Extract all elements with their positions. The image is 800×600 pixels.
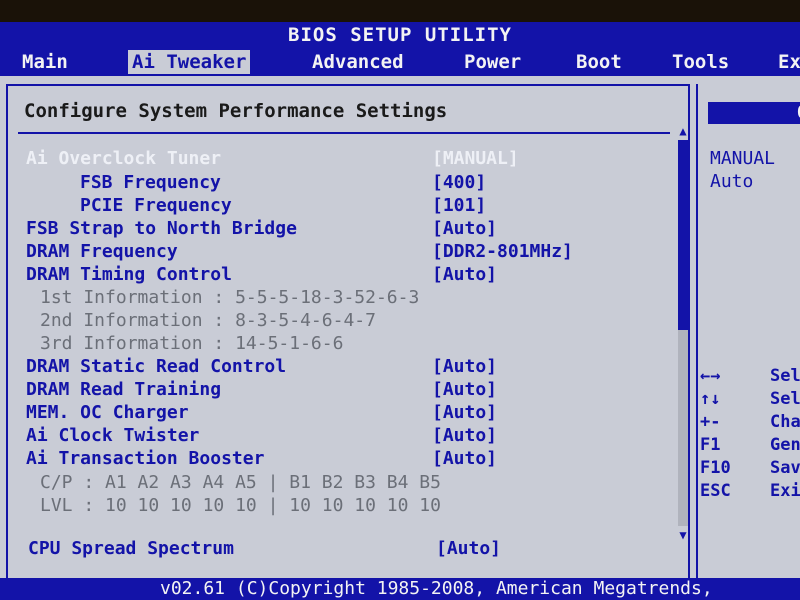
bios-screen: BIOS SETUP UTILITY Main Ai Tweaker Advan… [0,22,800,600]
tab-main[interactable]: Main [22,50,68,74]
key-desc: Sav [770,458,800,478]
key-desc: Sel [770,366,800,386]
info-label: 2nd Information : [40,310,225,331]
scroll-track[interactable] [678,330,688,526]
setting-row-mem-oc-charger[interactable]: MEM. OC Charger [Auto] [26,402,686,424]
scroll-down-arrow-icon[interactable]: ▼ [676,528,690,542]
setting-row-dram-static-read[interactable]: DRAM Static Read Control [Auto] [26,356,686,378]
key-plus-minus: +- [700,412,721,432]
setting-row-ai-overclock-tuner[interactable]: Ai Overclock Tuner [MANUAL] [26,148,686,170]
timing-info-2: 2nd Information : 8-3-5-4-6-4-7 [40,310,376,331]
key-desc: Exi [770,481,800,501]
panel-title: Configure System Performance Settings [24,100,448,122]
title-divider [18,132,670,134]
setting-value[interactable]: [Auto] [432,379,497,400]
info-value: 14-5-1-6-6 [235,333,344,354]
help-header: O [708,102,800,124]
setting-row-pcie-frequency[interactable]: PCIE Frequency [101] [80,195,740,217]
tab-advanced[interactable]: Advanced [312,50,404,74]
info-label: 1st Information : [40,287,225,308]
setting-value[interactable]: [DDR2-801MHz] [432,241,573,262]
scrollbar[interactable]: ▲ ▼ [676,124,690,544]
left-right-arrows-icon: ←→ [700,366,721,386]
setting-value[interactable]: [Auto] [432,264,497,285]
setting-value[interactable]: [Auto] [432,356,497,377]
lvl-label: LVL : [40,495,95,516]
setting-label: PCIE Frequency [80,195,232,216]
setting-value[interactable]: [Auto] [432,402,497,423]
scroll-thumb[interactable] [678,140,688,330]
tab-power[interactable]: Power [464,50,521,74]
setting-value[interactable]: [Auto] [432,218,497,239]
tab-tools[interactable]: Tools [672,50,729,74]
tab-ai-tweaker[interactable]: Ai Tweaker [128,50,251,74]
timing-info-3: 3rd Information : 14-5-1-6-6 [40,333,343,354]
option-manual: MANUAL [710,148,776,169]
setting-row-dram-timing-control[interactable]: DRAM Timing Control [Auto] [26,264,686,286]
setting-label: DRAM Timing Control [26,264,232,285]
booster-cp-row: C/P : A1 A2 A3 A4 A5 | B1 B2 B3 B4 B5 [40,472,441,493]
tab-exit[interactable]: Ex [778,50,800,74]
option-auto: Auto [710,171,754,192]
lvl-values: 10 10 10 10 10 | 10 10 10 10 10 [105,495,441,516]
setting-label: MEM. OC Charger [26,402,189,423]
booster-lvl-row: LVL : 10 10 10 10 10 | 10 10 10 10 10 [40,495,441,516]
tab-boot[interactable]: Boot [576,50,622,74]
info-label: 3rd Information : [40,333,225,354]
tab-bar: Main Ai Tweaker Advanced Power Boot Tool… [0,48,800,76]
setting-row-fsb-frequency[interactable]: FSB Frequency [400] [80,172,740,194]
setting-label: DRAM Read Training [26,379,222,400]
info-value: 8-3-5-4-6-4-7 [235,310,376,331]
key-desc: Cha [770,412,800,432]
setting-label: FSB Strap to North Bridge [26,218,297,239]
key-desc: Sel [770,389,800,409]
key-f1: F1 [700,435,721,455]
cp-label: C/P : [40,472,95,493]
cp-values: A1 A2 A3 A4 A5 | B1 B2 B3 B4 B5 [105,472,441,493]
setting-label: Ai Clock Twister [26,425,200,446]
setting-row-fsb-strap[interactable]: FSB Strap to North Bridge [Auto] [26,218,686,240]
settings-panel: Configure System Performance Settings Ai… [6,84,690,584]
up-down-arrows-icon: ↑↓ [700,389,721,409]
setting-label: CPU Spread Spectrum [28,538,234,559]
setting-value[interactable]: [MANUAL] [432,148,519,169]
setting-row-dram-read-training[interactable]: DRAM Read Training [Auto] [26,379,686,401]
setting-row-dram-frequency[interactable]: DRAM Frequency [DDR2-801MHz] [26,241,686,263]
setting-row-ai-clock-twister[interactable]: Ai Clock Twister [Auto] [26,425,686,447]
timing-info-1: 1st Information : 5-5-5-18-3-52-6-3 [40,287,419,308]
scroll-up-arrow-icon[interactable]: ▲ [676,124,690,138]
setting-label: DRAM Frequency [26,241,178,262]
setting-label: Ai Transaction Booster [26,448,265,469]
setting-value[interactable]: [400] [432,172,486,193]
bios-title: BIOS SETUP UTILITY [0,22,800,48]
setting-label: DRAM Static Read Control [26,356,287,377]
setting-value[interactable]: [Auto] [436,538,501,559]
key-esc: ESC [700,481,731,501]
help-panel: O MANUAL Auto ←→ Sel ↑↓ Sel +- Cha F1 Ge… [696,84,800,584]
setting-value[interactable]: [Auto] [432,425,497,446]
copyright-footer: v02.61 (C)Copyright 1985-2008, American … [0,578,800,600]
setting-row-cpu-spread-spectrum[interactable]: CPU Spread Spectrum [Auto] [28,538,688,560]
key-f10: F10 [700,458,731,478]
info-value: 5-5-5-18-3-52-6-3 [235,287,420,308]
setting-label: FSB Frequency [80,172,221,193]
copyright-text: v02.61 (C)Copyright 1985-2008, American … [160,578,713,599]
setting-value[interactable]: [101] [432,195,486,216]
key-desc: Gen [770,435,800,455]
setting-row-ai-transaction-booster[interactable]: Ai Transaction Booster [Auto] [26,448,686,470]
setting-label: Ai Overclock Tuner [26,148,222,169]
setting-value[interactable]: [Auto] [432,448,497,469]
